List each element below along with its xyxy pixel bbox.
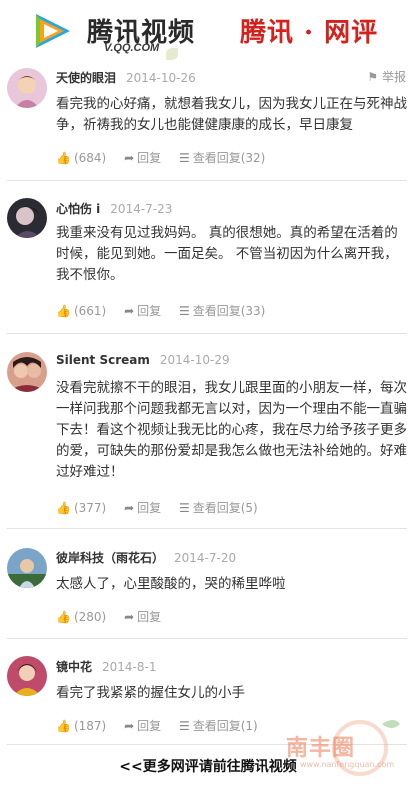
view-replies-label: 查看回复(33): [192, 304, 266, 318]
divider: [7, 333, 407, 334]
reply-arrow-icon: ➦: [124, 151, 135, 165]
view-replies-label: 查看回复(1): [192, 719, 258, 733]
reply-label: 回复: [137, 151, 162, 165]
thumbs-up-icon: 👍: [56, 719, 71, 733]
comment-actions: 👍 (187) ➦ 回复 ☰ 查看回复(1): [56, 717, 272, 734]
username-text[interactable]: 彼岸科技（雨花石）: [56, 551, 164, 565]
flag-icon: ⚑: [367, 70, 382, 84]
like-button[interactable]: 👍 (377): [56, 501, 106, 515]
comment-username[interactable]: 天使的眼泪 2014-10-26: [56, 69, 196, 86]
comment-text: 太感人了，心里酸酸的，哭的稀里哗啦: [56, 576, 286, 592]
reply-arrow-icon: ➦: [124, 304, 135, 318]
reply-arrow-icon: ➦: [124, 501, 135, 515]
username-text[interactable]: 镜中花: [56, 660, 92, 674]
reply-label: 回复: [137, 719, 162, 733]
list-icon: ☰: [178, 719, 190, 733]
username-text[interactable]: 心怕伤 i: [56, 202, 100, 216]
avatar[interactable]: [7, 198, 47, 238]
comment-text: 看完我的心好痛，就想着我女儿，因为我女儿正在与死神战争，祈祷我的女儿也能健健康康…: [56, 96, 407, 133]
divider: [7, 180, 407, 181]
comment-username[interactable]: 心怕伤 i 2014-7-23: [56, 200, 172, 217]
like-button[interactable]: 👍 (187): [56, 719, 106, 733]
avatar[interactable]: [7, 656, 47, 696]
avatar[interactable]: [7, 68, 47, 108]
thumbs-up-icon: 👍: [56, 501, 71, 515]
reply-button[interactable]: ➦ 回复: [124, 302, 161, 319]
like-count: (684): [73, 151, 107, 165]
comment-date: 2014-10-26: [126, 71, 196, 85]
comment-date: 2014-7-23: [110, 202, 173, 216]
decorative-leaf: [166, 48, 178, 60]
like-count: (661): [73, 304, 107, 318]
reply-button[interactable]: ➦ 回复: [124, 717, 161, 734]
comment-actions: 👍 (684) ➦ 回复 ☰ 查看回复(32): [56, 149, 279, 166]
report-button[interactable]: ⚑ 举报: [367, 68, 406, 85]
tencent-video-logo-icon: [36, 14, 70, 48]
thumbs-up-icon: 👍: [56, 610, 71, 624]
list-icon: ☰: [178, 304, 190, 318]
divider: [7, 638, 407, 639]
divider: [7, 528, 407, 529]
comment-username[interactable]: Silent Scream 2014-10-29: [56, 353, 230, 367]
list-icon: ☰: [178, 151, 190, 165]
view-replies-button[interactable]: ☰ 查看回复(33): [179, 302, 265, 319]
username-text[interactable]: 天使的眼泪: [56, 71, 116, 85]
comment-username[interactable]: 彼岸科技（雨花石） 2014-7-20: [56, 549, 236, 566]
comment-text: 没看完就擦不干的眼泪，我女儿跟里面的小朋友一样，每次一样问我那个问题我都无言以对…: [56, 380, 407, 480]
reply-arrow-icon: ➦: [124, 610, 135, 624]
logo-url: V.QQ.COM: [104, 42, 160, 54]
reply-button[interactable]: ➦ 回复: [124, 149, 161, 166]
like-button[interactable]: 👍 (280): [56, 610, 106, 624]
comment-text: 看完了我紧紧的握住女儿的小手: [56, 685, 245, 701]
reply-button[interactable]: ➦ 回复: [124, 499, 161, 516]
view-replies-label: 查看回复(32): [192, 151, 266, 165]
comment-date: 2014-10-29: [159, 353, 230, 367]
view-replies-button[interactable]: ☰ 查看回复(32): [179, 149, 265, 166]
thumbs-up-icon: 👍: [56, 151, 71, 165]
view-replies-button[interactable]: ☰ 查看回复(1): [179, 717, 258, 734]
username-text[interactable]: Silent Scream: [56, 353, 150, 367]
reply-label: 回复: [137, 304, 162, 318]
like-count: (280): [73, 610, 107, 624]
more-comments-link[interactable]: <<更多网评请前往腾讯视频: [0, 756, 416, 776]
report-label: 举报: [381, 70, 406, 84]
comment-date: 2014-8-1: [102, 660, 157, 674]
avatar[interactable]: [7, 352, 47, 392]
reply-arrow-icon: ➦: [124, 719, 135, 733]
view-replies-label: 查看回复(5): [192, 501, 258, 515]
header: 腾讯视频 V.QQ.COM 腾讯 · 网评: [0, 0, 416, 62]
view-replies-button[interactable]: ☰ 查看回复(5): [179, 499, 258, 516]
comment-actions: 👍 (377) ➦ 回复 ☰ 查看回复(5): [56, 499, 272, 516]
comment-username[interactable]: 镜中花 2014-8-1: [56, 658, 156, 675]
comment-actions: 👍 (280) ➦ 回复: [56, 608, 175, 625]
like-count: (377): [73, 501, 107, 515]
list-icon: ☰: [178, 501, 190, 515]
reply-label: 回复: [137, 501, 162, 515]
thumbs-up-icon: 👍: [56, 304, 71, 318]
comment-date: 2014-7-20: [174, 551, 237, 565]
like-count: (187): [73, 719, 107, 733]
comment-text: 我重来没有见过我妈妈。 真的很想她。真的希望在活着的时候，能见到她。一面足矣。 …: [56, 225, 398, 283]
avatar[interactable]: [7, 548, 47, 588]
comment-actions: 👍 (661) ➦ 回复 ☰ 查看回复(33): [56, 302, 279, 319]
like-button[interactable]: 👍 (684): [56, 151, 106, 165]
reply-button[interactable]: ➦ 回复: [124, 608, 161, 625]
reply-label: 回复: [137, 610, 162, 624]
page-title: 腾讯 · 网评: [240, 18, 379, 48]
like-button[interactable]: 👍 (661): [56, 304, 106, 318]
